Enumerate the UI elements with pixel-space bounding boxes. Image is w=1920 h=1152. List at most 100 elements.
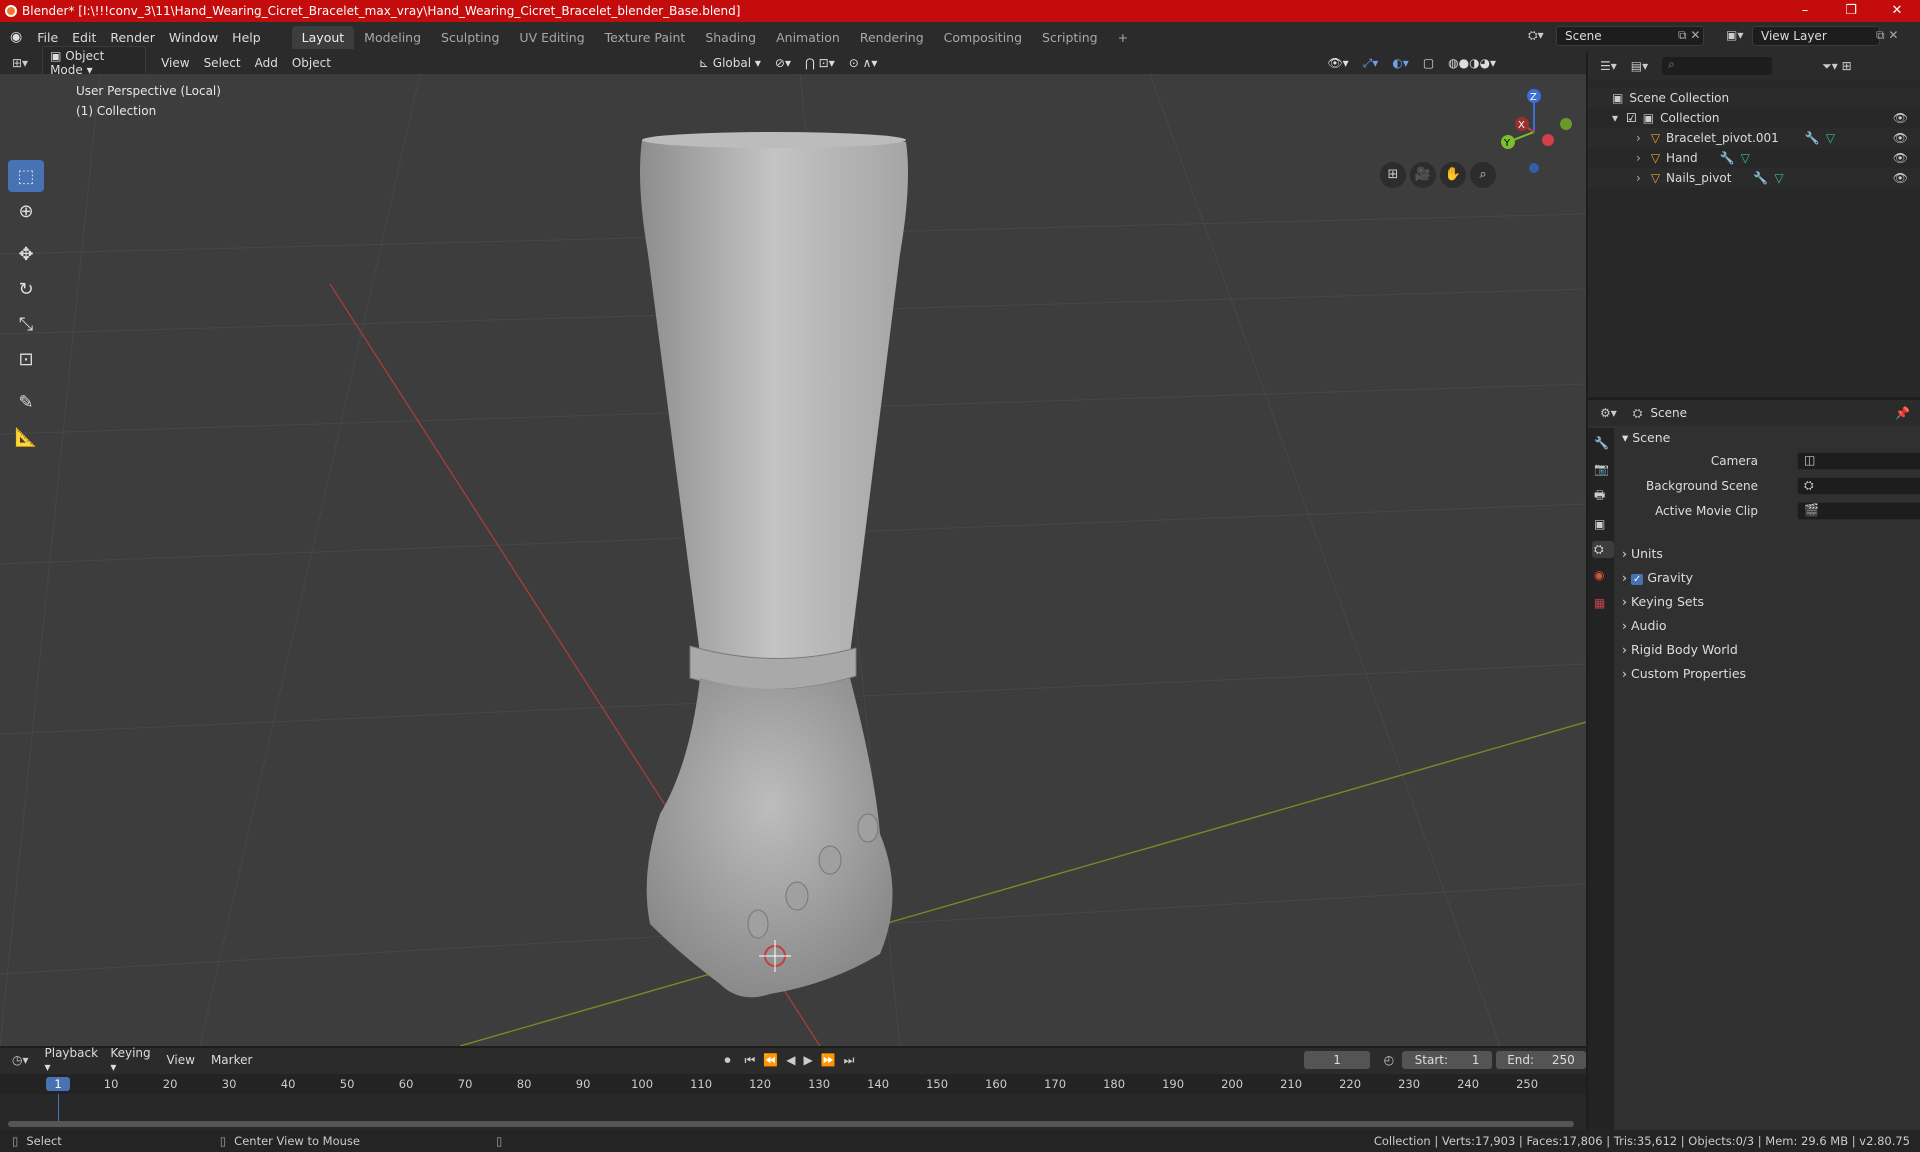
tool-tab-icon[interactable]: 🔧 bbox=[1594, 436, 1614, 450]
3d-viewport[interactable]: ⬚ ⊕ ✥ ↻ ⤡ ⊡ ✎ 📐 User Perspective (Local)… bbox=[0, 74, 1586, 1046]
menu-window[interactable]: Window bbox=[162, 30, 225, 45]
blender-menu-icon[interactable]: ◉ bbox=[10, 29, 22, 45]
collection-row[interactable]: ▾ ☑ ▣ Collection 👁 bbox=[1588, 108, 1920, 128]
menu-help[interactable]: Help bbox=[225, 30, 268, 45]
menu-object[interactable]: Object bbox=[285, 54, 338, 72]
custom-properties-panel[interactable]: › Custom Properties bbox=[1622, 666, 1746, 681]
editor-type-icon[interactable]: ⊞▾ bbox=[12, 56, 28, 70]
units-panel[interactable]: › Units bbox=[1622, 546, 1663, 561]
end-frame-field[interactable]: End: 250 bbox=[1496, 1051, 1586, 1069]
output-tab-icon[interactable]: 🖶 bbox=[1594, 486, 1614, 507]
display-mode-icon[interactable]: ▤▾ bbox=[1631, 59, 1648, 73]
xray-icon[interactable]: ▢ bbox=[1416, 54, 1441, 72]
gizmo-toggle-icon[interactable]: ⤢▾ bbox=[1356, 54, 1386, 73]
play-reverse-button[interactable]: ◀ bbox=[786, 1053, 795, 1067]
collection-checkbox[interactable]: ☑ bbox=[1626, 111, 1637, 125]
outliner-object-row[interactable]: › ▽ Nails_pivot 🔧 ▽ 👁 bbox=[1588, 168, 1920, 188]
transform-orientation[interactable]: ⊾ Global ▾ bbox=[692, 54, 768, 72]
menu-playback[interactable]: Playback ▾ bbox=[45, 1046, 101, 1074]
add-workspace-button[interactable]: + bbox=[1108, 26, 1138, 49]
rotate-tool[interactable]: ↻ bbox=[8, 273, 44, 305]
tab-compositing[interactable]: Compositing bbox=[934, 26, 1032, 49]
next-keyframe-button[interactable]: ⏩ bbox=[821, 1053, 836, 1067]
object-expand-icon[interactable]: › bbox=[1636, 151, 1641, 165]
outliner-object-row[interactable]: › ▽ Hand 🔧 ▽ 👁 bbox=[1588, 148, 1920, 168]
object-visibility-icon[interactable]: 👁 bbox=[1893, 131, 1908, 145]
scale-tool[interactable]: ⤡ bbox=[8, 308, 44, 340]
filter-icon[interactable]: ⏷▾ ⊞ bbox=[1822, 59, 1852, 74]
current-frame-field[interactable]: 1 bbox=[1304, 1051, 1370, 1069]
menu-render[interactable]: Render bbox=[103, 30, 162, 45]
texture-tab-icon[interactable]: ▦ bbox=[1594, 596, 1614, 610]
navigation-gizmo[interactable]: Z Y X bbox=[1490, 88, 1580, 178]
timeline-track[interactable] bbox=[0, 1094, 1586, 1130]
menu-select[interactable]: Select bbox=[197, 54, 248, 72]
outliner-editor-icon[interactable]: ☰▾ bbox=[1600, 59, 1617, 73]
outliner-object-row[interactable]: › ▽ Bracelet_pivot.001 🔧 ▽ 👁 bbox=[1588, 128, 1920, 148]
start-frame-field[interactable]: Start: 1 bbox=[1402, 1051, 1493, 1069]
scene-icon[interactable]: ⛭▾ bbox=[1528, 28, 1544, 43]
camera-field[interactable]: ◫✎ bbox=[1797, 452, 1920, 470]
overlay-toggle-icon[interactable]: ◐▾ bbox=[1385, 54, 1416, 72]
tab-shading[interactable]: Shading bbox=[695, 26, 766, 49]
move-tool[interactable]: ✥ bbox=[8, 238, 44, 270]
scene-tab-icon[interactable]: ⛭ bbox=[1592, 541, 1614, 558]
collection-visibility-icon[interactable]: 👁 bbox=[1893, 111, 1908, 125]
minimize-button[interactable]: – bbox=[1782, 0, 1828, 22]
pan-hand-icon[interactable]: ✋ bbox=[1440, 162, 1466, 188]
close-button[interactable]: ✕ bbox=[1874, 0, 1920, 22]
view-layer-icon[interactable]: ▣▾ bbox=[1726, 28, 1743, 42]
menu-view[interactable]: View bbox=[154, 54, 196, 72]
annotate-tool[interactable]: ✎ bbox=[8, 386, 44, 418]
view-layer-selector[interactable]: View Layer bbox=[1752, 26, 1880, 46]
new-scene-icon[interactable]: ⧉ ✕ bbox=[1678, 28, 1700, 43]
tab-texture-paint[interactable]: Texture Paint bbox=[595, 26, 696, 49]
prev-keyframe-button[interactable]: ⏪ bbox=[763, 1053, 778, 1067]
transform-tool[interactable]: ⊡ bbox=[8, 343, 44, 375]
tab-scripting[interactable]: Scripting bbox=[1032, 26, 1108, 49]
object-expand-icon[interactable]: › bbox=[1636, 131, 1641, 145]
object-visibility-icon[interactable]: 👁 bbox=[1893, 171, 1908, 185]
menu-keying[interactable]: Keying ▾ bbox=[110, 1046, 154, 1074]
measure-tool[interactable]: 📐 bbox=[8, 421, 44, 453]
menu-add[interactable]: Add bbox=[248, 54, 285, 72]
object-expand-icon[interactable]: › bbox=[1636, 171, 1641, 185]
menu-edit[interactable]: Edit bbox=[65, 30, 103, 45]
world-tab-icon[interactable]: ◉ bbox=[1594, 568, 1614, 582]
tab-rendering[interactable]: Rendering bbox=[850, 26, 934, 49]
outliner-search[interactable]: ⌕ bbox=[1662, 57, 1773, 75]
camera-view-icon[interactable]: 🎥 bbox=[1410, 162, 1436, 188]
snap-icon[interactable]: ⋂ ⊡▾ bbox=[798, 54, 842, 72]
view-layer-tab-icon[interactable]: ▣ bbox=[1594, 517, 1614, 531]
cursor-tool[interactable]: ⊕ bbox=[8, 195, 44, 227]
render-tab-icon[interactable]: 📷 bbox=[1594, 462, 1614, 476]
play-button[interactable]: ▶ bbox=[803, 1053, 812, 1067]
tab-animation[interactable]: Animation bbox=[766, 26, 850, 49]
audio-panel[interactable]: › Audio bbox=[1622, 618, 1667, 633]
jump-end-button[interactable]: ⏭ bbox=[844, 1053, 855, 1068]
object-visibility-icon[interactable]: 👁 bbox=[1893, 151, 1908, 165]
pin-icon[interactable]: 📌 bbox=[1895, 406, 1910, 420]
tab-modeling[interactable]: Modeling bbox=[354, 26, 431, 49]
toggle-camera-view-icon[interactable]: ⊞ bbox=[1380, 162, 1406, 188]
preview-range-icon[interactable]: ◴ bbox=[1384, 1053, 1394, 1067]
menu-marker[interactable]: Marker bbox=[211, 1053, 252, 1067]
new-view-layer-icon[interactable]: ⧉ ✕ bbox=[1876, 28, 1898, 43]
frame-ruler[interactable]: 1 10 20 30 40 50 60 70 80 90 100 110 120 130 140 150 160… bbox=[0, 1074, 1586, 1094]
gravity-checkbox[interactable]: ✓ bbox=[1630, 574, 1644, 585]
movie-clip-field[interactable]: 🎬 bbox=[1797, 502, 1920, 520]
shading-modes-icon[interactable]: ◍●◑◕▾ bbox=[1441, 54, 1503, 72]
menu-file[interactable]: File bbox=[30, 30, 65, 45]
select-box-tool[interactable]: ⬚ bbox=[8, 160, 44, 192]
rigid-body-world-panel[interactable]: › Rigid Body World bbox=[1622, 642, 1738, 657]
record-button[interactable]: ⏺ bbox=[724, 1053, 730, 1068]
properties-editor-icon[interactable]: ⚙▾ bbox=[1600, 406, 1617, 420]
keying-sets-panel[interactable]: › Keying Sets bbox=[1622, 594, 1704, 609]
visibility-icon[interactable]: 👁▾ bbox=[1320, 54, 1355, 72]
timeline-scrollbar[interactable] bbox=[8, 1121, 1574, 1127]
pivot-icon[interactable]: ⊘▾ bbox=[768, 54, 798, 72]
scene-panel-header[interactable]: ▾ Scene bbox=[1622, 430, 1670, 445]
jump-start-button[interactable]: ⏮ bbox=[744, 1053, 755, 1068]
tab-sculpting[interactable]: Sculpting bbox=[431, 26, 509, 49]
collection-expand-icon[interactable]: ▾ bbox=[1612, 111, 1618, 125]
